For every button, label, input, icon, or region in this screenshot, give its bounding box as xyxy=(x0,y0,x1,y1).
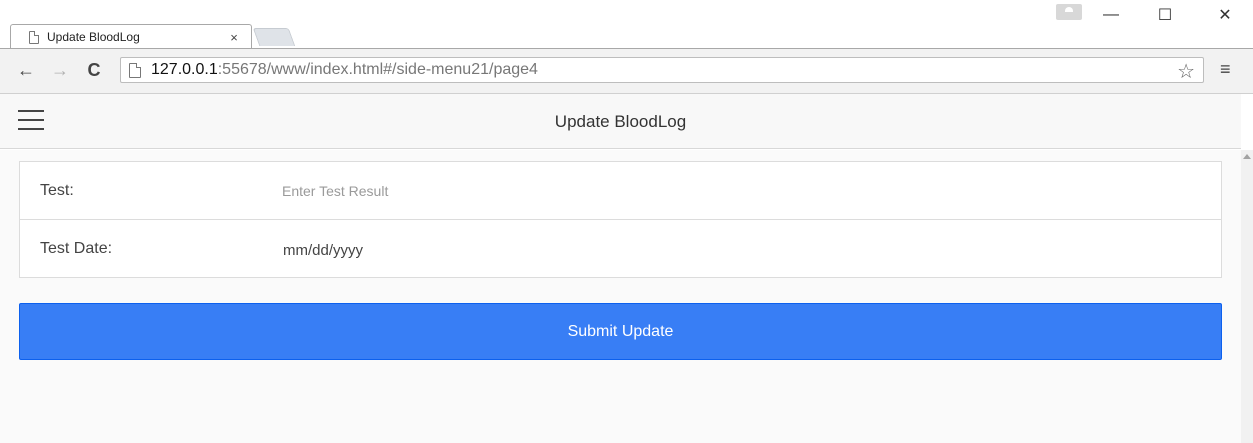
test-date-input[interactable]: mm/dd/yyyy xyxy=(283,242,363,259)
test-item: Test: xyxy=(20,162,1221,220)
browser-menu-icon[interactable]: ≡ xyxy=(1220,59,1231,80)
submit-update-button[interactable]: Submit Update xyxy=(19,303,1222,360)
reload-icon[interactable]: C xyxy=(84,60,104,80)
scrollbar[interactable] xyxy=(1241,150,1253,443)
test-date-item: Test Date: mm/dd/yyyy xyxy=(20,220,1221,278)
url-path: :55678/www/index.html#/side-menu21/page4 xyxy=(217,61,538,78)
browser-toolbar: ← → C 127.0.0.1:55678/www/index.html#/si… xyxy=(0,48,1253,94)
page-icon xyxy=(29,30,39,44)
test-date-label: Test Date: xyxy=(40,240,113,257)
url-text: 127.0.0.1:55678/www/index.html#/side-men… xyxy=(151,61,538,79)
page-icon xyxy=(129,62,141,78)
page-title: Update BloodLog xyxy=(554,112,687,131)
new-tab-button[interactable] xyxy=(252,28,296,46)
form-list: Test: Test Date: mm/dd/yyyy xyxy=(19,161,1222,278)
forward-arrow-icon[interactable]: → xyxy=(50,60,70,80)
bookmark-star-icon[interactable]: ☆ xyxy=(1177,59,1195,84)
scroll-up-arrow-icon[interactable] xyxy=(1243,154,1251,159)
app-header: Update BloodLog xyxy=(0,94,1241,149)
url-host: 127.0.0.1 xyxy=(151,61,218,78)
browser-tab[interactable]: Update BloodLog × xyxy=(10,24,252,48)
tab-title: Update BloodLog xyxy=(47,30,140,44)
back-arrow-icon[interactable]: ← xyxy=(16,60,36,80)
minimize-button[interactable]: — xyxy=(1096,2,1126,28)
user-icon[interactable] xyxy=(1056,4,1082,20)
browser-titlebar: Update BloodLog × — ☐ ✕ xyxy=(0,0,1253,48)
test-result-input[interactable] xyxy=(282,176,1182,206)
close-window-button[interactable]: ✕ xyxy=(1210,2,1240,28)
address-bar[interactable]: 127.0.0.1:55678/www/index.html#/side-men… xyxy=(120,57,1204,83)
test-label: Test: xyxy=(40,182,74,199)
tab-close-icon[interactable]: × xyxy=(227,30,241,45)
maximize-button[interactable]: ☐ xyxy=(1150,2,1180,28)
